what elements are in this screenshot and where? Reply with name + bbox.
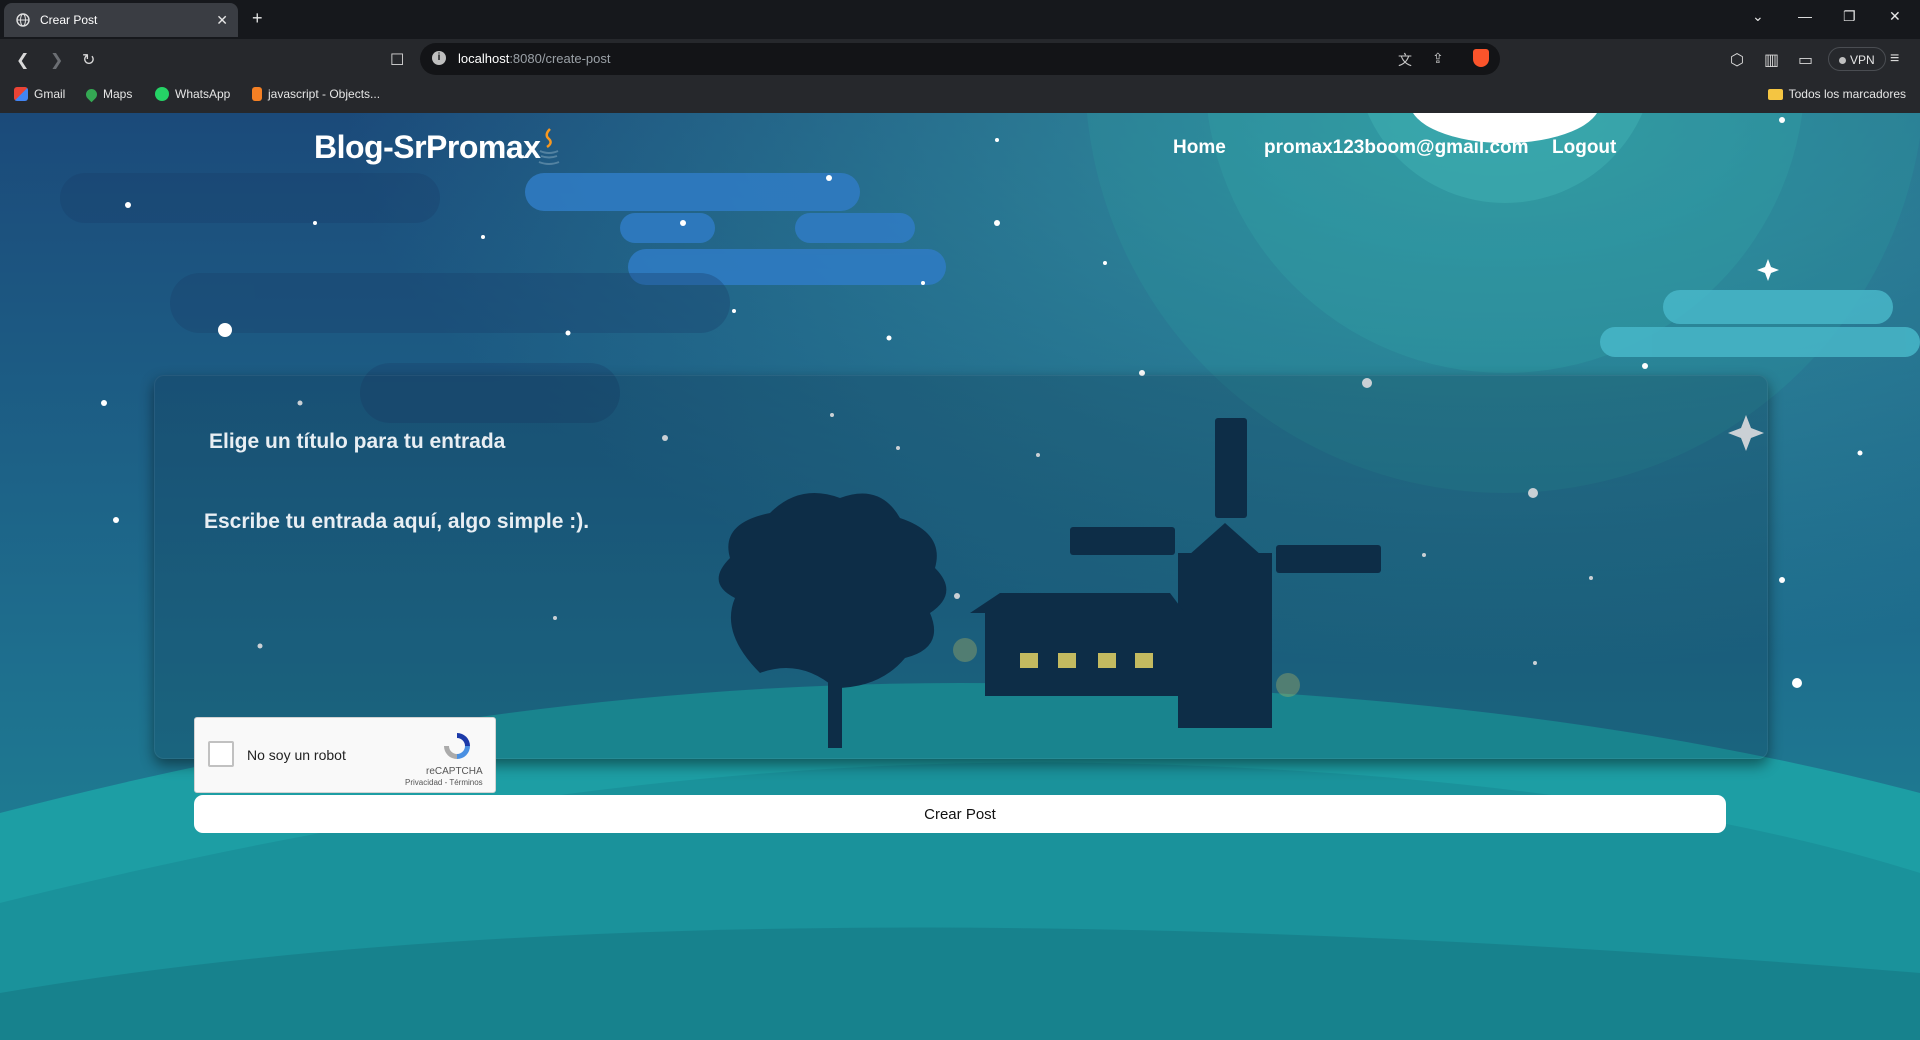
bookmark-whatsapp[interactable]: WhatsApp — [155, 87, 230, 101]
all-bookmarks[interactable]: Todos los marcadores — [1767, 87, 1906, 101]
translate-icon[interactable]: 文 — [1398, 50, 1412, 70]
recaptcha-checkbox[interactable] — [208, 741, 234, 767]
bookmark-label: Gmail — [34, 87, 66, 101]
new-tab-icon[interactable]: + — [252, 9, 263, 27]
tab-strip: Crear Post ✕ + ⌄ — ❐ ✕ — [0, 0, 1920, 39]
nav-user-email-link[interactable]: promax123boom@gmail.com — [1264, 137, 1529, 159]
bookmark-javascript[interactable]: javascript - Objects... — [252, 87, 380, 101]
vpn-status-icon — [1839, 57, 1846, 64]
share-icon[interactable]: ⇪ — [1432, 50, 1444, 67]
recaptcha-logo-icon — [444, 733, 470, 759]
minimize-icon[interactable]: — — [1798, 8, 1812, 24]
sidebar-icon[interactable]: ▥ — [1764, 50, 1779, 70]
back-icon[interactable]: ❮ — [16, 50, 29, 70]
reload-icon[interactable]: ↻ — [82, 50, 95, 70]
forward-icon[interactable]: ❯ — [50, 50, 63, 70]
extensions-icon[interactable]: ⬡ — [1730, 50, 1744, 70]
post-body-textarea[interactable]: Escribe tu entrada aquí, algo simple :). — [204, 510, 589, 534]
url-path: :8080/create-post — [509, 51, 611, 66]
close-tab-icon[interactable]: ✕ — [216, 12, 228, 29]
stackoverflow-icon — [252, 87, 262, 101]
maps-icon — [83, 86, 100, 102]
address-bar[interactable]: i localhost:8080/create-post 文 ⇪ — [420, 43, 1500, 75]
bookmark-icon[interactable]: ☐ — [390, 50, 404, 70]
bookmark-label: javascript - Objects... — [268, 87, 381, 101]
gmail-icon — [14, 87, 28, 101]
tab-search-icon[interactable]: ⌄ — [1752, 8, 1764, 25]
bookmark-maps[interactable]: Maps — [83, 86, 133, 102]
close-window-icon[interactable]: ✕ — [1889, 8, 1901, 25]
bookmarks-bar: Gmail Maps WhatsApp javascript - Objects… — [0, 80, 1920, 114]
page-viewport: Blog-SrPromax Home promax123boom@gmail.c… — [0, 113, 1920, 1040]
brand-logo-text[interactable]: Blog-SrPromax — [314, 129, 541, 166]
globe-icon — [16, 13, 30, 27]
tab-title: Crear Post — [40, 13, 98, 27]
nav-logout-link[interactable]: Logout — [1552, 137, 1616, 159]
url-host: localhost — [458, 51, 510, 66]
nav-home-link[interactable]: Home — [1173, 137, 1226, 159]
menu-icon[interactable]: ≡ — [1890, 50, 1899, 68]
post-title-input[interactable]: Elige un título para tu entrada — [209, 430, 505, 454]
whatsapp-icon — [155, 87, 169, 101]
browser-toolbar: ❮ ❯ ↻ ☐ i localhost:8080/create-post 文 ⇪… — [0, 39, 1920, 80]
tab-crear-post[interactable]: Crear Post ✕ — [4, 3, 238, 37]
recaptcha-terms-link[interactable]: Privacidad - Términos — [405, 778, 483, 787]
recaptcha-widget: No soy un robot reCAPTCHA Privacidad - T… — [194, 717, 496, 793]
vpn-button[interactable]: VPN — [1828, 47, 1886, 71]
create-post-form: Elige un título para tu entrada Escribe … — [154, 375, 1768, 833]
folder-icon — [1767, 88, 1783, 100]
all-bookmarks-label: Todos los marcadores — [1788, 87, 1906, 101]
brave-shields-icon[interactable] — [1473, 49, 1489, 67]
create-post-button[interactable]: Crear Post — [194, 795, 1726, 833]
recaptcha-label: No soy un robot — [247, 747, 346, 763]
bookmark-gmail[interactable]: Gmail — [14, 87, 65, 101]
restore-icon[interactable]: ❐ — [1843, 8, 1856, 25]
url-text[interactable]: localhost:8080/create-post — [458, 51, 611, 66]
wallet-icon[interactable]: ▭ — [1798, 50, 1813, 70]
java-cup-icon — [538, 128, 560, 165]
site-navbar: Blog-SrPromax Home promax123boom@gmail.c… — [0, 113, 1920, 183]
site-info-icon[interactable]: i — [432, 51, 446, 65]
bookmark-label: Maps — [103, 87, 133, 101]
vpn-label: VPN — [1850, 53, 1875, 67]
recaptcha-brand: reCAPTCHA — [426, 766, 483, 777]
bookmark-label: WhatsApp — [175, 87, 231, 101]
